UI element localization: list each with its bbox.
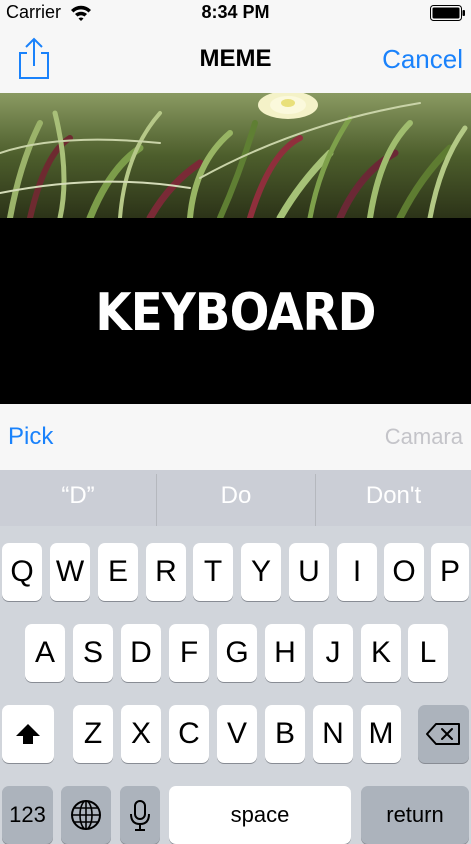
meme-photo [0,93,471,218]
key-k[interactable]: K [361,624,401,682]
globe-key[interactable] [61,786,111,844]
key-m[interactable]: M [361,705,401,763]
key-b[interactable]: B [265,705,305,763]
suggestion-item[interactable]: Don't [316,470,471,526]
key-r[interactable]: R [146,543,186,601]
numbers-key[interactable]: 123 [2,786,53,844]
navigation-bar: MEME Cancel [0,28,471,93]
delete-icon [426,723,460,745]
key-e[interactable]: E [98,543,138,601]
key-q[interactable]: Q [2,543,42,601]
battery-icon [430,5,465,21]
key-i[interactable]: I [337,543,377,601]
return-key[interactable]: return [361,786,469,844]
key-v[interactable]: V [217,705,257,763]
delete-key[interactable] [418,705,469,763]
key-f[interactable]: F [169,624,209,682]
shift-key[interactable] [2,705,54,763]
suggestion-item[interactable]: “D” [0,470,156,526]
key-w[interactable]: W [50,543,90,601]
shift-icon [16,724,40,744]
key-c[interactable]: C [169,705,209,763]
cancel-button[interactable]: Cancel [382,44,463,75]
key-x[interactable]: X [121,705,161,763]
key-h[interactable]: H [265,624,305,682]
microphone-key[interactable] [120,786,160,844]
bottom-toolbar: Pick Camara [0,404,471,470]
space-key[interactable]: space [169,786,351,844]
key-d[interactable]: D [121,624,161,682]
status-time: 8:34 PM [201,2,270,22]
keyboard: “D” Do Don't Q W E R T Y U I O P A S D F… [0,470,471,844]
camera-button[interactable]: Camara [385,424,463,450]
key-a[interactable]: A [25,624,65,682]
plant-photo-image [0,93,471,218]
key-n[interactable]: N [313,705,353,763]
status-bar: Carrier 8:34 PM [0,0,471,28]
key-t[interactable]: T [193,543,233,601]
key-y[interactable]: Y [241,543,281,601]
meme-text-field[interactable]: KEYBOARD [24,283,448,343]
globe-icon [71,800,101,830]
microphone-icon [130,800,150,831]
key-g[interactable]: G [217,624,257,682]
key-s[interactable]: S [73,624,113,682]
key-j[interactable]: J [313,624,353,682]
suggestion-bar: “D” Do Don't [0,470,471,526]
key-o[interactable]: O [384,543,424,601]
suggestion-item[interactable]: Do [157,470,315,526]
key-z[interactable]: Z [73,705,113,763]
pick-button[interactable]: Pick [8,423,53,451]
key-p[interactable]: P [431,543,469,601]
key-u[interactable]: U [289,543,329,601]
key-l[interactable]: L [408,624,448,682]
